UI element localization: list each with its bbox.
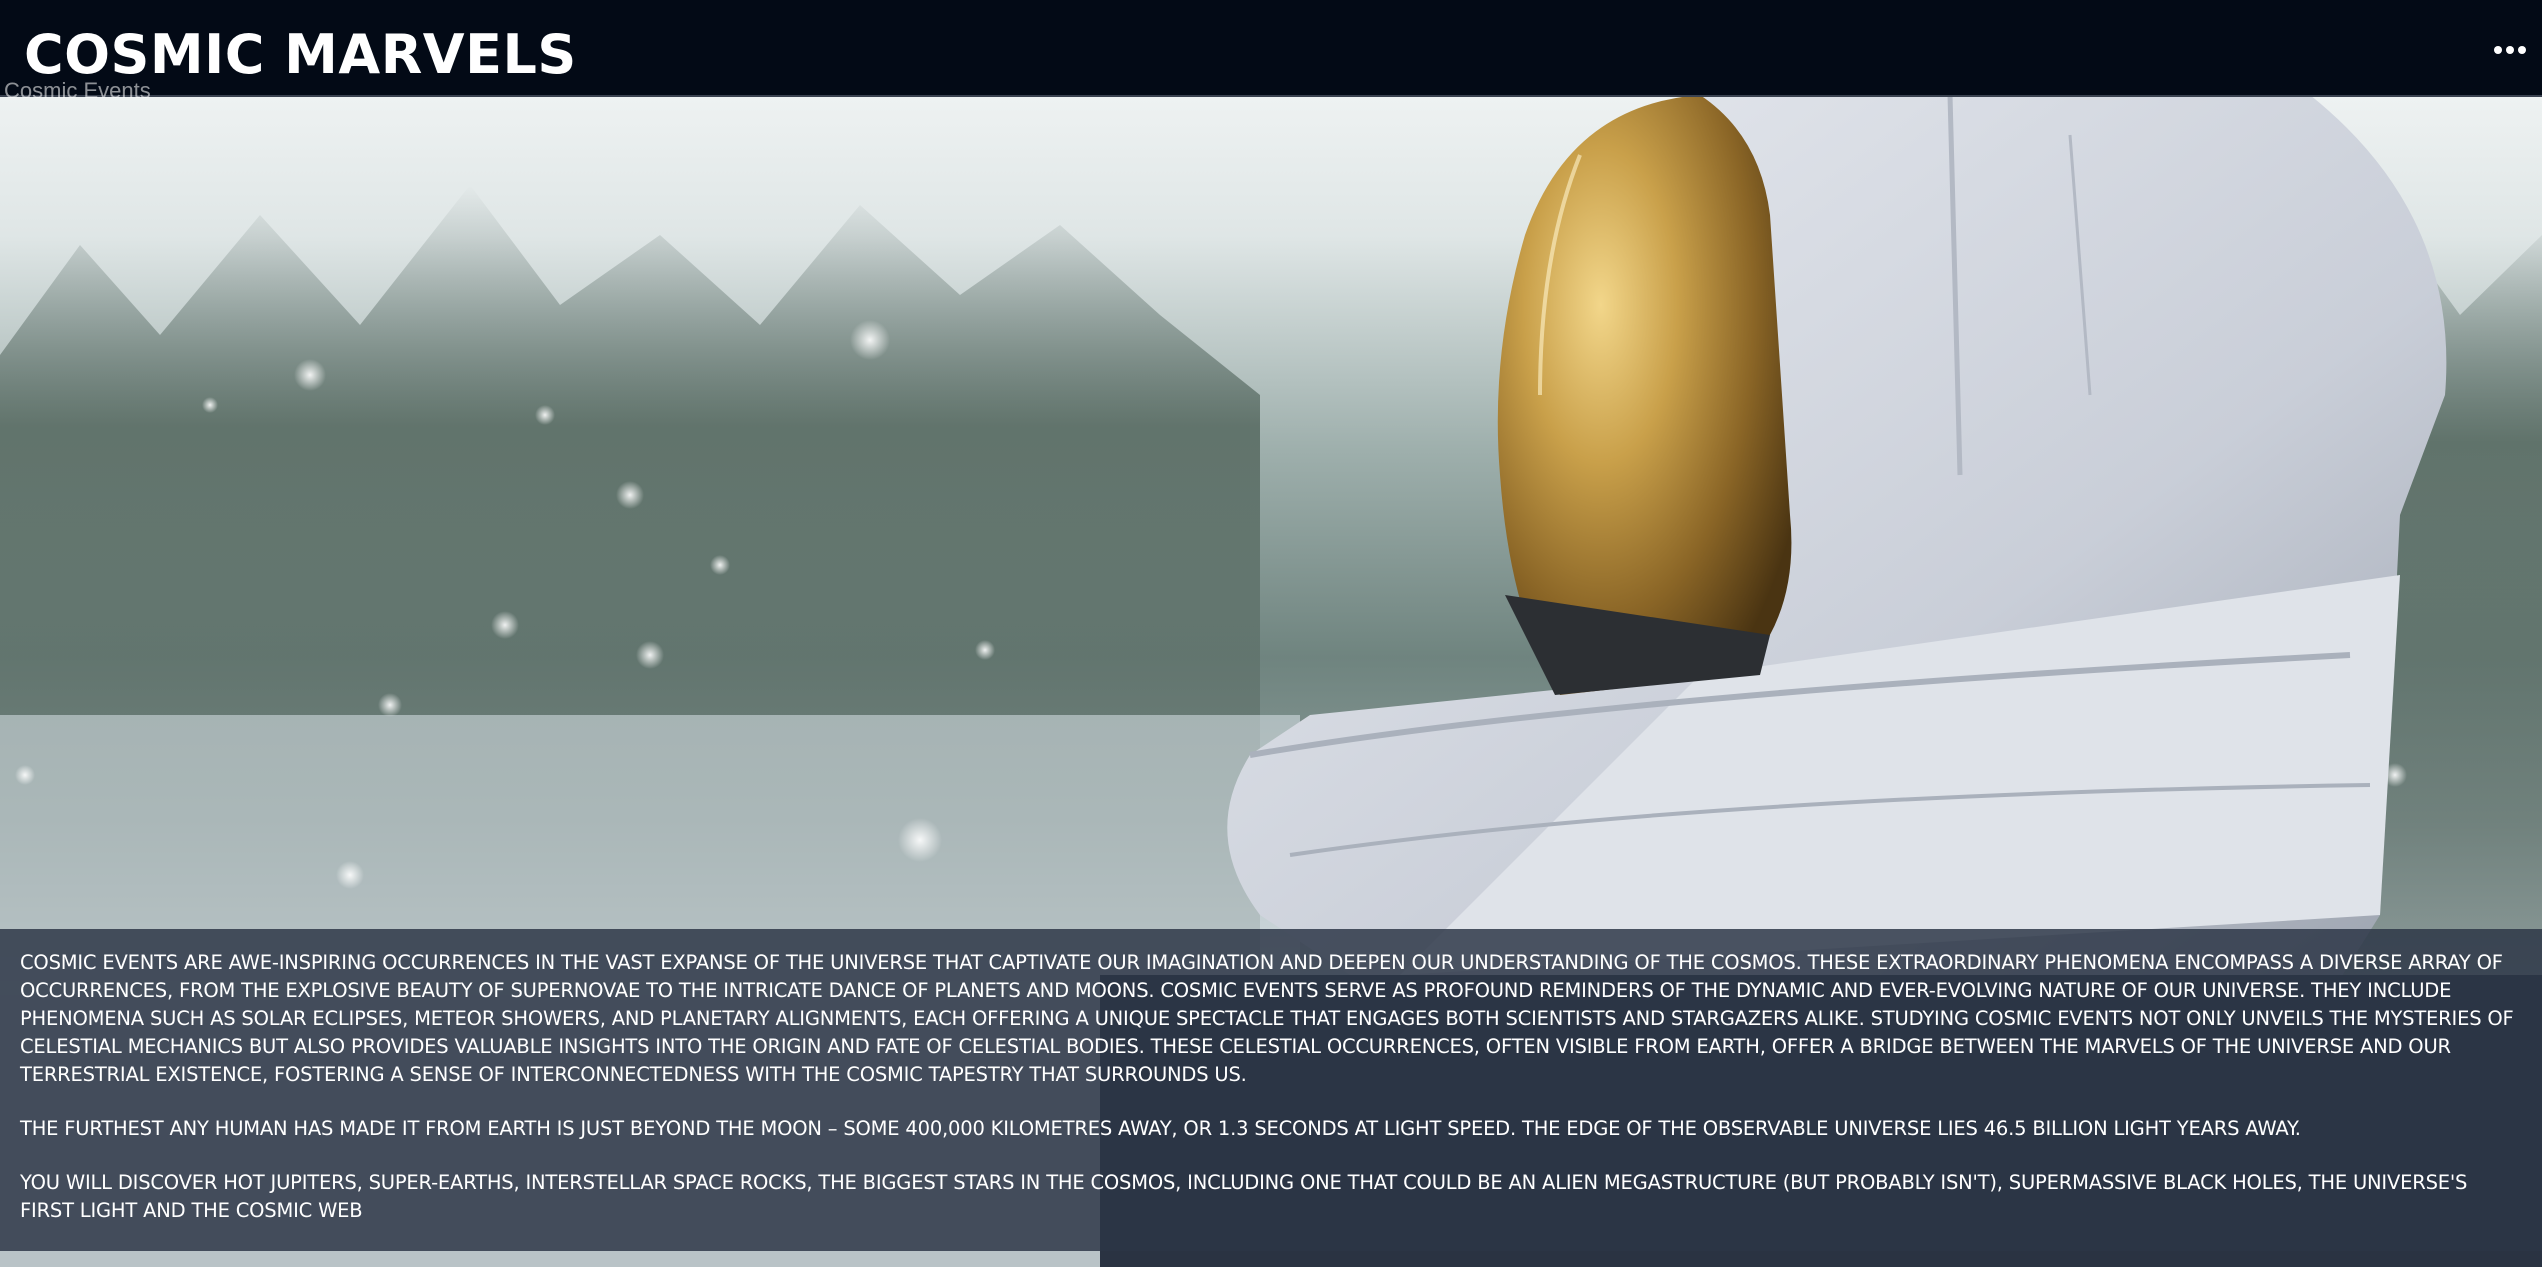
more-horizontal-icon[interactable] xyxy=(2492,38,2528,62)
page: COSMIC MARVELS Cosmic Events COSMIC EVEN… xyxy=(0,0,2542,1267)
description-paragraph: The furthest any human has made it from … xyxy=(20,1117,2301,1140)
breadcrumb: Cosmic Events xyxy=(4,78,151,103)
menu-dot xyxy=(2494,46,2502,54)
menu-dot xyxy=(2518,46,2526,54)
site-header: COSMIC MARVELS xyxy=(0,0,2542,97)
description-paragraph: Cosmic events are awe-inspiring occurren… xyxy=(20,951,2514,1086)
menu-dot xyxy=(2506,46,2514,54)
description-panel: Cosmic events are awe-inspiring occurren… xyxy=(0,929,2542,1251)
description-paragraph: You will discover hot Jupiters, super-Ea… xyxy=(20,1171,2468,1222)
